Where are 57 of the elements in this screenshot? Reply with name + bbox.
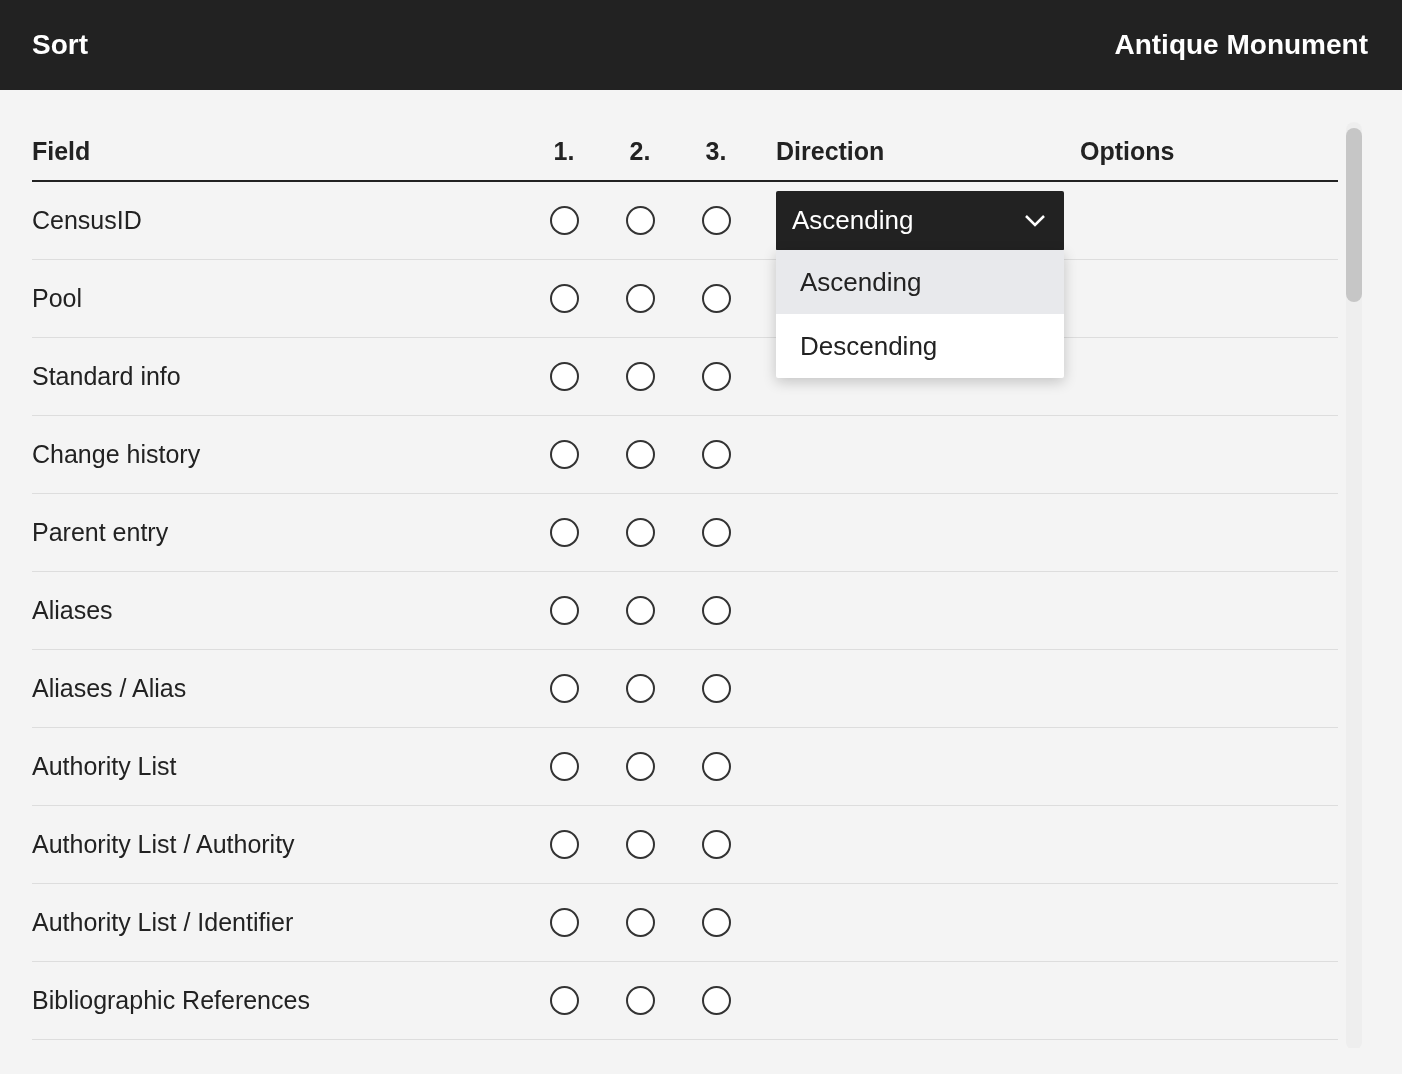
column-header: Field [32, 136, 92, 166]
field-name: Authority List / Identifier [32, 908, 295, 937]
radio-button[interactable] [625, 284, 655, 313]
radio-button[interactable] [549, 206, 579, 235]
radio-button[interactable] [625, 986, 655, 1015]
radio-button[interactable] [549, 518, 579, 547]
field-name: Aliases [32, 596, 114, 625]
field-name: CensusID [32, 206, 143, 235]
radio-button[interactable] [701, 284, 731, 313]
radio-button[interactable] [625, 674, 655, 703]
scrollbar-thumb[interactable] [1346, 128, 1362, 302]
radio-button[interactable] [549, 362, 579, 391]
field-name: Aliases / Alias [32, 674, 188, 703]
radio-button[interactable] [625, 362, 655, 391]
field-name: Pool [32, 284, 84, 313]
radio-button[interactable] [625, 908, 655, 937]
radio-button[interactable] [701, 830, 731, 859]
radio-button[interactable] [625, 206, 655, 235]
radio-button[interactable] [701, 596, 731, 625]
radio-button[interactable] [701, 362, 731, 391]
field-name: Change history [32, 440, 202, 469]
column-header: 2. [628, 136, 652, 166]
radio-button[interactable] [549, 440, 579, 469]
dialog-title: Sort [32, 29, 88, 61]
radio-button[interactable] [701, 752, 731, 781]
radio-button[interactable] [625, 518, 655, 547]
field-name: Parent entry [32, 518, 170, 547]
radio-button[interactable] [549, 908, 579, 937]
field-name: Bibliographic References [32, 986, 311, 1015]
chevron-down-icon [1024, 213, 1046, 228]
dropdown-option[interactable]: Ascending [776, 250, 1064, 314]
radio-button[interactable] [701, 986, 731, 1015]
field-name: Authority List / Authority [32, 830, 296, 859]
radio-button[interactable] [701, 206, 731, 235]
column-header: 1. [552, 136, 576, 166]
radio-button[interactable] [701, 908, 731, 937]
radio-button[interactable] [549, 284, 579, 313]
radio-button[interactable] [549, 674, 579, 703]
column-header: Direction [776, 136, 886, 166]
radio-button[interactable] [549, 752, 579, 781]
radio-button[interactable] [625, 830, 655, 859]
radio-button[interactable] [701, 674, 731, 703]
column-header: Options [1080, 136, 1176, 166]
radio-button[interactable] [625, 440, 655, 469]
radio-button[interactable] [701, 518, 731, 547]
radio-button[interactable] [701, 440, 731, 469]
radio-button[interactable] [549, 830, 579, 859]
direction-select[interactable]: Ascending [776, 190, 1064, 251]
field-name: Authority List [32, 752, 178, 781]
entity-title: Antique Monument [1114, 29, 1368, 61]
field-name: Standard info [32, 362, 182, 391]
radio-button[interactable] [549, 596, 579, 625]
radio-button[interactable] [549, 986, 579, 1015]
radio-button[interactable] [625, 752, 655, 781]
radio-button[interactable] [625, 596, 655, 625]
dropdown-option[interactable]: Descending [776, 314, 1064, 378]
column-header: 3. [704, 136, 728, 166]
